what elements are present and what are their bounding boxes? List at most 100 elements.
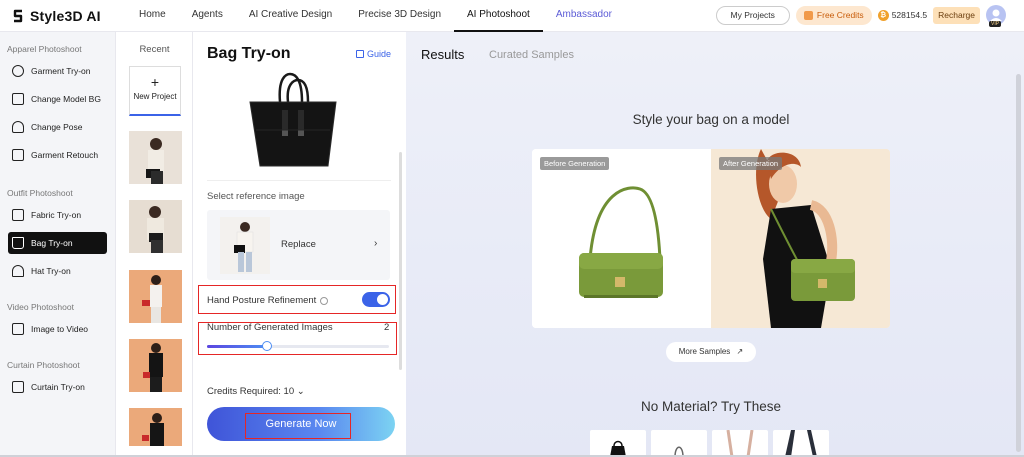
plus-icon: +: [150, 74, 160, 90]
nav-agents[interactable]: Agents: [179, 0, 236, 32]
free-credits-button[interactable]: Free Credits: [795, 5, 872, 25]
sample-bag-image: [785, 430, 817, 457]
user-avatar[interactable]: VIP: [986, 5, 1006, 27]
tab-results[interactable]: Results: [421, 47, 464, 62]
brand-logo[interactable]: Style3D AI: [10, 8, 126, 24]
sidebar-item-change-pose[interactable]: Change Pose: [8, 116, 107, 138]
sidebar-item-fabric-try-on[interactable]: Fabric Try-on: [8, 204, 107, 226]
recent-thumbnail[interactable]: [129, 200, 182, 253]
hat-icon: [12, 265, 24, 277]
sidebar-item-hat-try-on[interactable]: Hat Try-on: [8, 260, 107, 282]
guide-link[interactable]: Guide: [356, 49, 391, 59]
sidebar-item-curtain-try-on[interactable]: Curtain Try-on: [8, 376, 107, 398]
credits-required[interactable]: Credits Required: 10 ⌄: [207, 386, 305, 397]
sidebar-item-garment-retouch[interactable]: Garment Retouch: [8, 144, 107, 166]
recent-thumbnail[interactable]: [129, 270, 182, 323]
material-sample[interactable]: [773, 430, 829, 457]
highlight-box: [245, 413, 351, 439]
toggle-knob: [377, 294, 388, 305]
main-scrollbar[interactable]: [1016, 74, 1021, 452]
material-sample[interactable]: [712, 430, 768, 457]
num-images-slider[interactable]: [207, 341, 389, 351]
header-actions: My Projects Free Credits ₿ 528154.5 Rech…: [715, 5, 1006, 27]
sidebar-section-video: Video Photoshoot: [7, 302, 74, 312]
recent-thumbnail[interactable]: [129, 339, 182, 392]
nav-home[interactable]: Home: [126, 0, 179, 32]
sidebar-item-image-to-video[interactable]: Image to Video: [8, 318, 107, 340]
sample-strap-image: [726, 430, 754, 457]
balance-value: 528154.5: [891, 10, 928, 20]
no-material-heading: No Material? Try These: [640, 399, 782, 414]
sidebar-section-curtain: Curtain Photoshoot: [7, 360, 80, 370]
before-after-comparison: Before Generation After Generation: [532, 149, 890, 328]
nav-ai-creative-design[interactable]: AI Creative Design: [236, 0, 345, 32]
shirt-icon: [12, 65, 24, 77]
new-project-label: New Project: [133, 92, 177, 101]
nav-ai-photoshoot[interactable]: AI Photoshoot: [454, 0, 543, 32]
hand-posture-toggle[interactable]: [362, 292, 390, 307]
sidebar-section-outfit: Outfit Photoshoot: [7, 188, 73, 198]
select-reference-label: Select reference image: [207, 191, 305, 202]
more-samples-button[interactable]: More Samples ↗: [666, 342, 756, 362]
new-project-button[interactable]: + New Project: [129, 66, 181, 116]
sidebar-item-change-model-bg[interactable]: Change Model BG: [8, 88, 107, 110]
chevron-right-icon: ›: [374, 238, 378, 249]
reference-image-selector[interactable]: Replace ›: [207, 210, 390, 280]
vip-badge: VIP: [989, 21, 1002, 27]
material-sample[interactable]: [590, 430, 646, 457]
free-credits-label: Free Credits: [816, 9, 864, 20]
sidebar-section-apparel: Apparel Photoshoot: [7, 44, 82, 54]
panel-scrollbar[interactable]: [399, 152, 402, 370]
sample-bag-image: [674, 446, 684, 457]
top-bar: Style3D AI Home Agents AI Creative Desig…: [0, 0, 1024, 32]
sample-bag-image: [610, 440, 626, 457]
sidebar-item-label: Hat Try-on: [31, 266, 71, 276]
section-heading: Style your bag on a model: [632, 112, 790, 127]
guide-label: Guide: [367, 49, 392, 59]
nav-ambassador[interactable]: Ambassador: [543, 0, 625, 32]
recent-thumbnail[interactable]: [129, 131, 182, 184]
curtain-icon: [12, 381, 24, 393]
credits-required-label: Credits Required: 10: [207, 386, 295, 397]
recent-thumbnail[interactable]: [129, 408, 182, 446]
fabric-icon: [12, 209, 24, 221]
sidebar: Apparel Photoshoot Garment Try-on Change…: [0, 32, 116, 457]
retouch-icon: [12, 149, 24, 161]
slider-fill: [207, 345, 268, 348]
tab-curated-samples[interactable]: Curated Samples: [489, 49, 574, 61]
after-tag: After Generation: [719, 157, 783, 170]
my-projects-button[interactable]: My Projects: [715, 5, 790, 25]
brand-name: Style3D AI: [30, 7, 101, 24]
nav-precise-3d-design[interactable]: Precise 3D Design: [345, 0, 454, 32]
material-sample[interactable]: [651, 430, 707, 457]
sidebar-item-garment-try-on[interactable]: Garment Try-on: [8, 60, 107, 82]
more-samples-label: More Samples: [678, 347, 731, 356]
sidebar-item-label: Curtain Try-on: [31, 382, 85, 392]
credit-balance: ₿ 528154.5: [877, 9, 928, 21]
sidebar-item-label: Bag Try-on: [31, 238, 73, 248]
sidebar-item-bag-try-on[interactable]: Bag Try-on: [8, 232, 107, 254]
info-icon[interactable]: [320, 296, 329, 305]
book-icon: [356, 50, 364, 58]
background-icon: [12, 93, 24, 105]
recent-panel: Recent + New Project: [117, 32, 193, 457]
settings-panel: Bag Try-on Guide Select reference image …: [198, 32, 406, 457]
sidebar-item-label: Change Model BG: [31, 94, 101, 104]
pose-icon: [12, 121, 24, 133]
sidebar-item-label: Change Pose: [31, 122, 83, 132]
uploaded-bag-image: [249, 72, 337, 167]
coin-icon: ₿: [877, 9, 889, 21]
sidebar-item-label: Fabric Try-on: [31, 210, 82, 220]
after-image: After Generation: [711, 149, 890, 328]
slider-handle[interactable]: [262, 341, 273, 351]
green-bag-image: [579, 186, 663, 298]
num-images-value: 2: [384, 322, 390, 333]
recent-title: Recent: [139, 44, 170, 55]
hand-posture-text: Hand Posture Refinement: [207, 295, 317, 306]
sidebar-item-label: Garment Try-on: [31, 66, 91, 76]
recharge-button[interactable]: Recharge: [933, 6, 980, 24]
sidebar-item-label: Image to Video: [31, 324, 89, 334]
bag-icon: [12, 237, 24, 249]
gift-icon: [803, 10, 813, 20]
style3d-logo-icon: [13, 9, 23, 22]
